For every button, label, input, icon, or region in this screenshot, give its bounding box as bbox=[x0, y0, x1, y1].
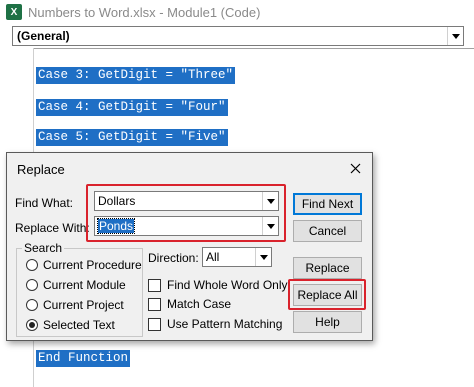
search-group-label: Search bbox=[22, 241, 65, 255]
object-combo-value: (General) bbox=[17, 29, 70, 43]
replace-button[interactable]: Replace bbox=[293, 257, 362, 279]
radio-icon[interactable] bbox=[26, 259, 38, 271]
checkbox-icon[interactable] bbox=[148, 278, 161, 292]
chevron-down-icon[interactable] bbox=[255, 248, 271, 266]
find-what-value: Dollars bbox=[98, 194, 136, 208]
radio-icon[interactable] bbox=[26, 279, 38, 291]
code-line[interactable]: Case 3: GetDigit = "Three" bbox=[36, 67, 236, 84]
checkbox-match-case[interactable]: Match Case bbox=[148, 297, 231, 311]
radio-current-module[interactable]: Current Module bbox=[26, 278, 126, 292]
code-line[interactable]: Case 4: GetDigit = "Four" bbox=[36, 99, 228, 116]
direction-value: All bbox=[206, 250, 220, 264]
chevron-down-icon[interactable] bbox=[262, 217, 278, 235]
radio-icon[interactable] bbox=[26, 299, 38, 311]
close-icon[interactable] bbox=[344, 157, 366, 179]
window-title: Numbers to Word.xlsx - Module1 (Code) bbox=[28, 4, 261, 20]
cancel-button[interactable]: Cancel bbox=[293, 220, 362, 242]
direction-label: Direction: bbox=[148, 251, 199, 265]
checkbox-find-whole-word[interactable]: Find Whole Word Only bbox=[148, 278, 288, 292]
object-combo[interactable]: (General) bbox=[12, 26, 464, 46]
direction-select[interactable]: All bbox=[202, 247, 272, 267]
replace-with-input[interactable]: Ponds bbox=[94, 216, 279, 236]
help-button[interactable]: Help bbox=[293, 311, 362, 333]
checkbox-icon[interactable] bbox=[148, 297, 161, 311]
dialog-title: Replace bbox=[17, 162, 65, 177]
replace-all-button[interactable]: Replace All bbox=[293, 284, 362, 306]
find-what-input[interactable]: Dollars bbox=[94, 191, 279, 211]
code-line[interactable]: End Function bbox=[36, 350, 131, 367]
excel-icon: X bbox=[6, 4, 22, 20]
radio-selected-icon[interactable] bbox=[26, 319, 38, 331]
code-line[interactable]: Case 5: GetDigit = "Five" bbox=[36, 129, 228, 146]
find-what-label: Find What: bbox=[15, 196, 74, 210]
checkbox-pattern-matching[interactable]: Use Pattern Matching bbox=[148, 317, 282, 331]
replace-dialog: Replace Find What: Dollars Replace With:… bbox=[6, 152, 373, 341]
radio-current-project[interactable]: Current Project bbox=[26, 298, 124, 312]
radio-current-procedure[interactable]: Current Procedure bbox=[26, 258, 142, 272]
chevron-down-icon[interactable] bbox=[447, 27, 463, 45]
radio-selected-text[interactable]: Selected Text bbox=[26, 318, 115, 332]
chevron-down-icon[interactable] bbox=[262, 192, 278, 210]
replace-with-label: Replace With: bbox=[15, 221, 90, 235]
replace-with-value: Ponds bbox=[96, 218, 136, 234]
checkbox-icon[interactable] bbox=[148, 317, 161, 331]
find-next-button[interactable]: Find Next bbox=[293, 193, 362, 215]
title-bar: X Numbers to Word.xlsx - Module1 (Code) bbox=[0, 0, 474, 24]
